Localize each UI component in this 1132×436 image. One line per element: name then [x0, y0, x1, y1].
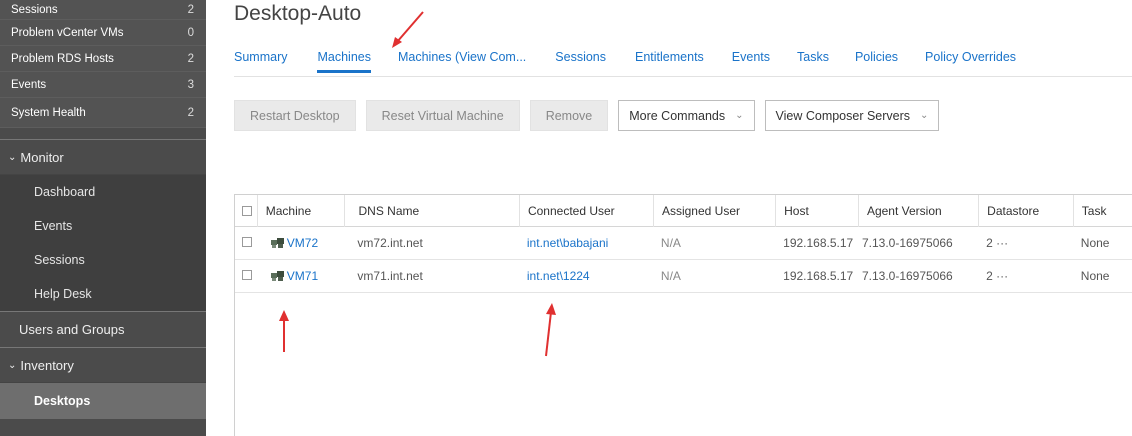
tab-entitlements[interactable]: Entitlements	[635, 50, 704, 73]
checkbox-icon	[242, 205, 252, 216]
red-arrow-annotation	[392, 11, 424, 48]
machine-link[interactable]: VM72	[287, 236, 318, 250]
section-label: Monitor	[20, 149, 64, 165]
vm-icon	[270, 238, 284, 249]
vm-icon	[270, 271, 284, 282]
task-cell: None	[1080, 236, 1110, 250]
sidebar-item-events[interactable]: Events	[0, 209, 206, 243]
machine-cell: VM71	[257, 269, 344, 283]
agent-version-cell: 7.13.0-16975066	[861, 236, 953, 250]
host-cell: 192.168.5.17	[783, 236, 854, 250]
dropdown-label: View Composer Servers	[775, 108, 911, 123]
view-composer-servers-dropdown[interactable]: View Composer Servers ⌄	[764, 100, 940, 131]
page-title: Desktop-Auto	[234, 2, 362, 25]
row-checkbox[interactable]	[235, 236, 257, 250]
stat-count: 0	[187, 26, 194, 39]
col-assigned-user[interactable]: Assigned User	[652, 194, 775, 227]
machine-cell: VM72	[257, 236, 344, 250]
tab-sessions[interactable]: Sessions	[555, 50, 606, 73]
sidebar-item-desktops[interactable]: Desktops	[0, 383, 206, 419]
red-arrow-annotation	[545, 303, 556, 357]
table-row[interactable]: VM71 vm71.int.net int.net\1224 N/A 192.1…	[235, 260, 1132, 293]
stat-count: 2	[187, 3, 194, 16]
connected-user-link[interactable]: int.net\1224	[519, 269, 653, 283]
tab-tasks[interactable]: Tasks	[797, 50, 829, 73]
restart-desktop-button[interactable]: Restart Desktop	[234, 100, 356, 131]
sidebar-item-users-and-groups[interactable]: Users and Groups	[0, 311, 206, 347]
task-cell: None	[1080, 269, 1110, 283]
col-dns-name[interactable]: DNS Name	[343, 194, 519, 227]
assigned-user-cell: N/A	[660, 236, 681, 250]
machines-table: Machine DNS Name Connected User Assigned…	[234, 194, 1132, 436]
red-arrow-annotation	[279, 310, 289, 352]
toolbar: Restart Desktop Reset Virtual Machine Re…	[234, 100, 940, 131]
stat-problem-vcenter-vms[interactable]: Problem vCenter VMs 0	[0, 20, 206, 46]
sidebar-section-inventory[interactable]: ⌄ Inventory	[0, 347, 206, 383]
table-row[interactable]: VM72 vm72.int.net int.net\babajani N/A 1…	[235, 227, 1132, 260]
stat-label: Problem vCenter VMs	[11, 26, 124, 39]
col-connected-user[interactable]: Connected User	[518, 194, 653, 227]
caret-down-icon: ⌄	[920, 110, 929, 121]
col-datastore[interactable]: Datastore	[978, 194, 1073, 227]
reset-virtual-machine-button[interactable]: Reset Virtual Machine	[365, 100, 520, 131]
datastore-cell[interactable]: 2 ···	[978, 269, 1073, 283]
section-label: Inventory	[20, 357, 74, 373]
tab-events[interactable]: Events	[732, 50, 770, 73]
connected-user-link[interactable]: int.net\babajani	[519, 236, 653, 250]
tab-policy-overrides[interactable]: Policy Overrides	[925, 50, 1016, 73]
stat-label: Problem RDS Hosts	[11, 52, 114, 65]
stat-label: System Health	[11, 106, 86, 119]
stat-count: 3	[187, 78, 194, 91]
checkbox-icon	[242, 237, 252, 247]
col-host[interactable]: Host	[775, 194, 858, 227]
main-content: Desktop-Auto Summary Machines Machines (…	[206, 0, 1132, 436]
tab-summary[interactable]: Summary	[234, 50, 287, 73]
machine-link[interactable]: VM71	[287, 269, 318, 283]
sidebar-item-dashboard[interactable]: Dashboard	[0, 175, 206, 209]
stat-sessions[interactable]: Sessions 2	[0, 0, 206, 20]
col-agent-version[interactable]: Agent Version	[857, 194, 978, 227]
dropdown-label: More Commands	[629, 108, 726, 123]
stat-events[interactable]: Events 3	[0, 72, 206, 98]
tab-policies[interactable]: Policies	[855, 50, 898, 73]
dns-cell: vm72.int.net	[357, 236, 423, 250]
checkbox-icon	[242, 270, 252, 280]
tab-machines[interactable]: Machines	[317, 50, 371, 73]
stat-label: Events	[11, 78, 47, 91]
stat-label: Sessions	[11, 3, 58, 16]
chevron-down-icon: ⌄	[8, 359, 17, 371]
agent-version-cell: 7.13.0-16975066	[861, 269, 953, 283]
table-header: Machine DNS Name Connected User Assigned…	[235, 194, 1132, 227]
host-cell: 192.168.5.17	[783, 269, 854, 283]
tab-machines-view-composer[interactable]: Machines (View Com...	[398, 50, 526, 73]
remove-button[interactable]: Remove	[529, 100, 609, 131]
col-task[interactable]: Task	[1072, 194, 1132, 227]
stat-count: 2	[187, 106, 194, 119]
stat-problem-rds-hosts[interactable]: Problem RDS Hosts 2	[0, 46, 206, 72]
chevron-down-icon: ⌄	[8, 151, 17, 163]
datastore-cell[interactable]: 2 ···	[978, 236, 1073, 250]
tab-bar: Summary Machines Machines (View Com... S…	[234, 50, 1016, 73]
tab-divider	[234, 76, 1132, 77]
caret-down-icon: ⌄	[735, 110, 744, 121]
stat-system-health[interactable]: System Health 2	[0, 98, 206, 128]
spacer	[0, 128, 206, 139]
select-all-checkbox[interactable]	[235, 195, 257, 227]
dns-cell: vm71.int.net	[357, 269, 423, 283]
assigned-user-cell: N/A	[660, 269, 681, 283]
stat-count: 2	[187, 52, 194, 65]
more-commands-dropdown[interactable]: More Commands ⌄	[618, 100, 755, 131]
col-machine[interactable]: Machine	[256, 194, 344, 227]
row-checkbox[interactable]	[235, 269, 257, 283]
sidebar-section-monitor[interactable]: ⌄ Monitor	[0, 139, 206, 175]
sidebar-item-sessions[interactable]: Sessions	[0, 243, 206, 277]
sidebar: Sessions 2 Problem vCenter VMs 0 Problem…	[0, 0, 206, 436]
sidebar-item-help-desk[interactable]: Help Desk	[0, 277, 206, 311]
